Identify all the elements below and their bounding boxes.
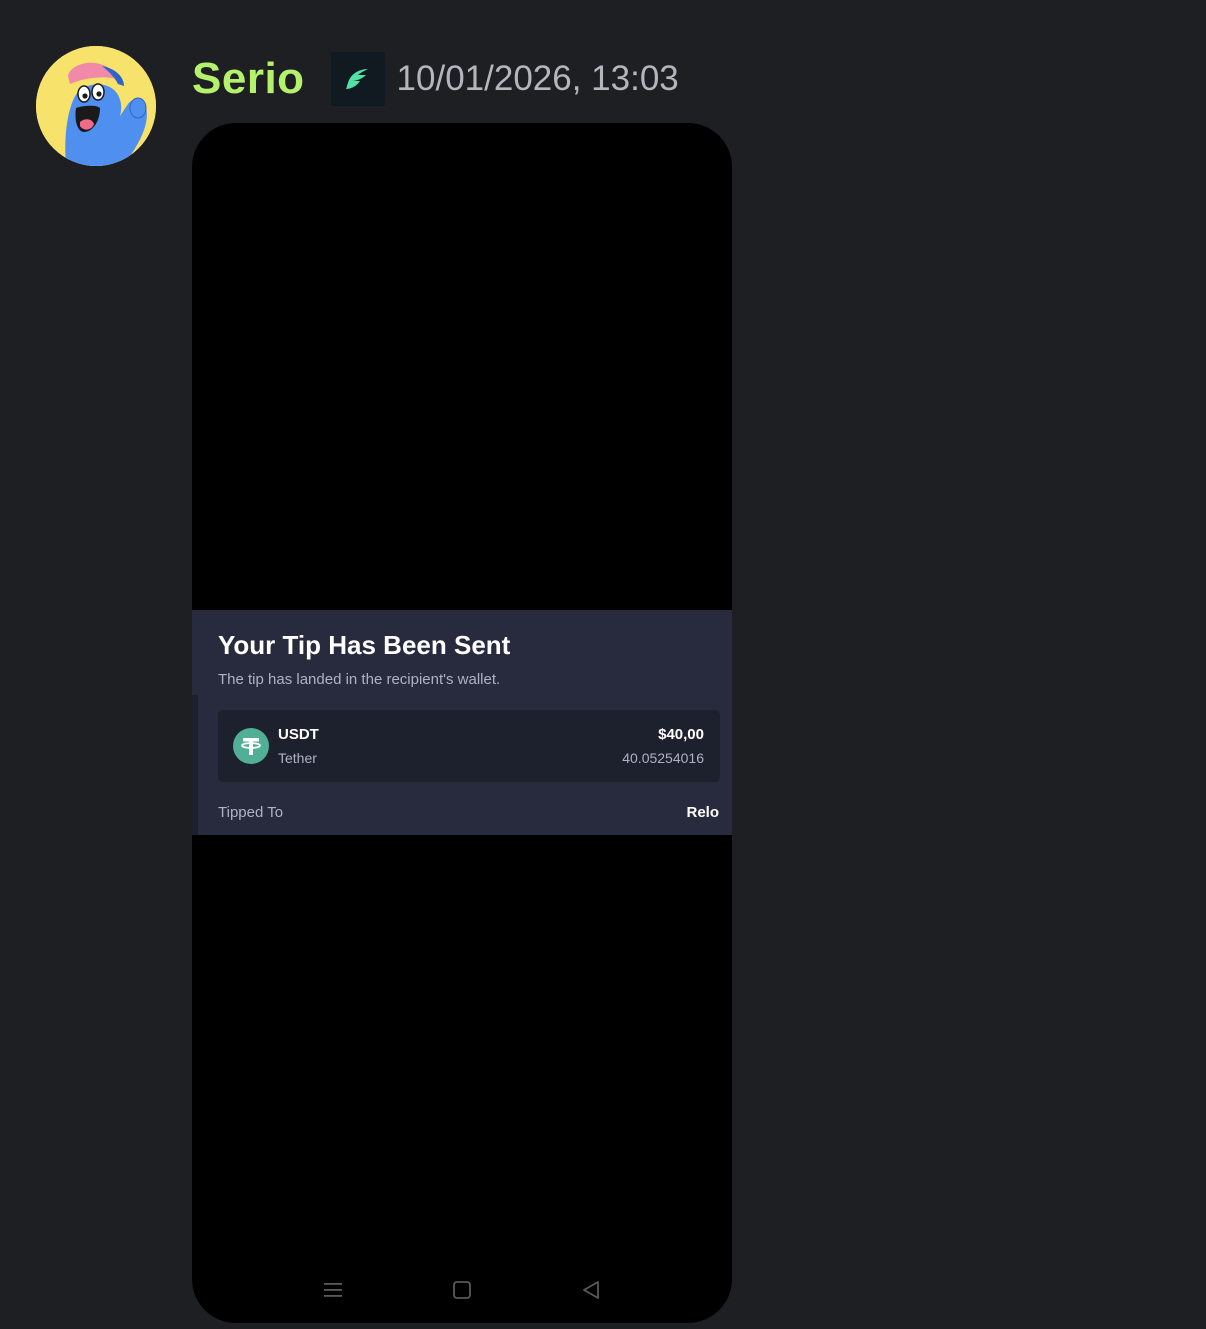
panel-edge-strip — [192, 695, 198, 835]
image-attachment[interactable]: Your Tip Has Been Sent The tip has lande… — [192, 123, 732, 1323]
menu-icon[interactable] — [316, 1273, 350, 1307]
chat-message: Serio 10/01/2026, 13:03 Your Tip Has Bee… — [0, 0, 1206, 1329]
message-timestamp: 10/01/2026, 13:03 — [396, 59, 679, 98]
tipped-to-value: Relo — [686, 804, 719, 821]
username[interactable]: Serio — [192, 52, 305, 106]
android-nav-bar — [192, 1273, 732, 1307]
tipped-to-label: Tipped To — [218, 804, 284, 821]
tip-title: Your Tip Has Been Sent — [218, 630, 511, 660]
avatar[interactable] — [36, 46, 156, 166]
blue-cartoon-avatar-icon — [36, 46, 156, 166]
coin-row: USDT Tether $40,00 40.05254016 — [218, 710, 720, 782]
coin-amount: 40.05254016 — [622, 750, 704, 766]
coin-usd-value: $40,00 — [658, 726, 704, 743]
coin-symbol: USDT — [278, 726, 319, 743]
tip-confirmation-card: Your Tip Has Been Sent The tip has lande… — [192, 610, 732, 835]
message-header: Serio 10/01/2026, 13:03 — [192, 52, 679, 106]
green-leaf-badge-icon[interactable] — [330, 52, 385, 106]
home-square-icon[interactable] — [445, 1273, 479, 1307]
back-triangle-icon[interactable] — [574, 1273, 608, 1307]
tip-subtitle: The tip has landed in the recipient's wa… — [218, 671, 501, 688]
coin-name: Tether — [278, 750, 317, 766]
tether-icon — [233, 728, 269, 764]
